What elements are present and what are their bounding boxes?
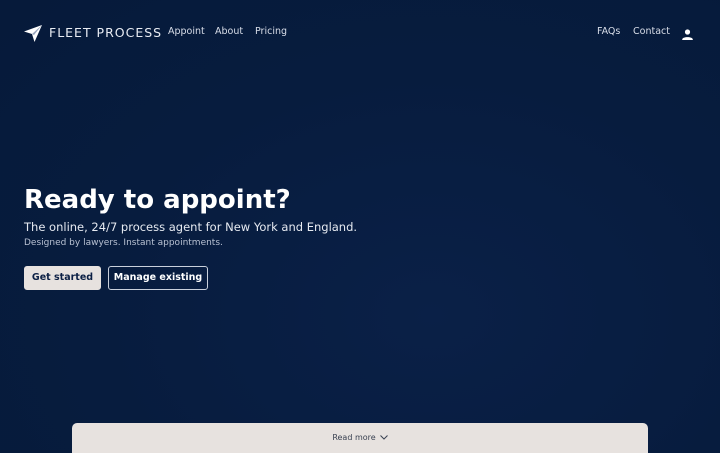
chevron-down-icon [376,435,388,440]
nav-link-about[interactable]: About [215,25,243,39]
read-more-panel: Read more [72,423,648,453]
nav-link-appoint[interactable]: Appoint [168,25,205,39]
hero-note: Designed by lawyers. Instant appointment… [24,238,223,248]
nav-link-pricing[interactable]: Pricing [255,25,287,39]
read-more-label: Read more [332,433,376,442]
hero-subtitle: The online, 24/7 process agent for New Y… [24,220,358,234]
nav-link-contact[interactable]: Contact [633,25,670,39]
brand-logo[interactable]: FLEET PROCESS [24,24,162,42]
read-more-button[interactable]: Read more [332,432,388,443]
brand-name: FLEET PROCESS [49,25,163,40]
manage-existing-button[interactable]: Manage existing [108,266,208,290]
nav-link-faqs[interactable]: FAQs [597,25,620,39]
hero-title: Ready to appoint? [24,185,291,215]
top-navigation: FLEET PROCESS Appoint About Pricing FAQs… [0,0,720,64]
get-started-button[interactable]: Get started [24,266,101,290]
paper-plane-icon [24,24,42,42]
user-icon[interactable] [681,26,694,40]
